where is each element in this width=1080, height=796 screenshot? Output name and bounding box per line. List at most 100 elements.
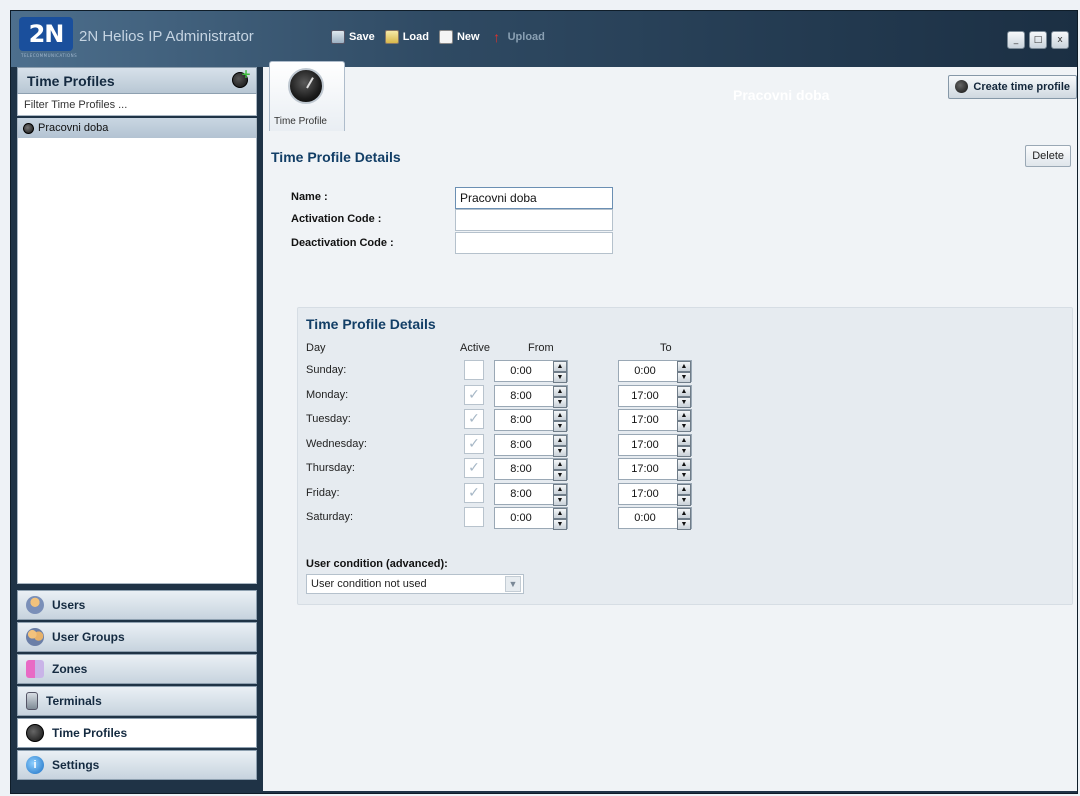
list-item-label: Pracovni doba [38, 122, 109, 134]
to-time-value: 0:00 [634, 512, 656, 524]
day-label-wednesday: Wednesday: [306, 438, 367, 450]
spin-down-icon[interactable]: ▼ [553, 519, 567, 530]
day-label-sunday: Sunday: [306, 364, 347, 376]
spin-up-icon[interactable]: ▲ [677, 386, 691, 397]
nav-item-users[interactable]: Users [17, 590, 257, 620]
to-time-value: 17:00 [631, 390, 659, 402]
spin-up-icon[interactable]: ▲ [553, 459, 567, 470]
from-time-wednesday[interactable]: 8:00 ▲ ▼ [494, 434, 568, 457]
spin-down-icon[interactable]: ▼ [677, 470, 691, 481]
to-time-value: 0:00 [634, 365, 656, 377]
to-time-monday[interactable]: 17:00 ▲ ▼ [618, 385, 692, 408]
spin-down-icon[interactable]: ▼ [553, 372, 567, 383]
time-spinner: ▲ ▼ [677, 508, 691, 530]
to-time-sunday[interactable]: 0:00 ▲ ▼ [618, 360, 692, 383]
spin-up-icon[interactable]: ▲ [677, 484, 691, 495]
list-item-pracovni-doba[interactable]: Pracovni doba [18, 118, 256, 138]
spin-up-icon[interactable]: ▲ [553, 508, 567, 519]
nav-label: Zones [52, 662, 88, 676]
active-checkbox-sunday[interactable] [464, 360, 484, 380]
sidebar-title: Time Profiles [27, 73, 115, 89]
day-label-monday: Monday: [306, 389, 349, 401]
sidebar-header: Time Profiles [17, 67, 257, 94]
spin-down-icon[interactable]: ▼ [553, 397, 567, 408]
spin-up-icon[interactable]: ▲ [553, 484, 567, 495]
create-time-profile-button[interactable]: Create time profile [948, 75, 1077, 99]
time-spinner: ▲ ▼ [553, 361, 567, 383]
from-time-friday[interactable]: 8:00 ▲ ▼ [494, 483, 568, 506]
active-checkbox-saturday[interactable] [464, 507, 484, 527]
spin-up-icon[interactable]: ▲ [553, 435, 567, 446]
filter-time-profiles-input[interactable] [17, 94, 257, 116]
name-input[interactable] [455, 187, 613, 209]
spin-down-icon[interactable]: ▼ [677, 421, 691, 432]
spin-up-icon[interactable]: ▲ [677, 508, 691, 519]
app-title: 2N Helios IP Administrator [79, 28, 254, 45]
spin-down-icon[interactable]: ▼ [677, 495, 691, 506]
nav-item-zones[interactable]: Zones [17, 654, 257, 684]
from-time-thursday[interactable]: 8:00 ▲ ▼ [494, 458, 568, 481]
delete-button[interactable]: Delete [1025, 145, 1071, 167]
to-time-wednesday[interactable]: 17:00 ▲ ▼ [618, 434, 692, 457]
activation-code-input[interactable] [455, 209, 613, 231]
time-spinner: ▲ ▼ [553, 410, 567, 432]
spin-down-icon[interactable]: ▼ [553, 446, 567, 457]
from-time-sunday[interactable]: 0:00 ▲ ▼ [494, 360, 568, 383]
active-column-header: Active [460, 342, 490, 354]
to-time-thursday[interactable]: 17:00 ▲ ▼ [618, 458, 692, 481]
nav-menu: Users User Groups Zones Terminals Time P… [17, 590, 257, 780]
active-checkbox-wednesday[interactable]: ✓ [464, 434, 484, 454]
spin-up-icon[interactable]: ▲ [553, 410, 567, 421]
nav-item-time-profiles[interactable]: Time Profiles [17, 718, 257, 748]
time-spinner: ▲ ▼ [677, 361, 691, 383]
to-time-tuesday[interactable]: 17:00 ▲ ▼ [618, 409, 692, 432]
from-time-monday[interactable]: 8:00 ▲ ▼ [494, 385, 568, 408]
spin-up-icon[interactable]: ▲ [553, 361, 567, 372]
spin-down-icon[interactable]: ▼ [677, 519, 691, 530]
day-label-tuesday: Tuesday: [306, 413, 351, 425]
spin-down-icon[interactable]: ▼ [553, 470, 567, 481]
nav-item-settings[interactable]: i Settings [17, 750, 257, 780]
user-groups-icon [26, 628, 44, 646]
time-spinner: ▲ ▼ [677, 410, 691, 432]
user-condition-select[interactable]: User condition not used ▼ [306, 574, 524, 594]
from-time-saturday[interactable]: 0:00 ▲ ▼ [494, 507, 568, 530]
to-time-value: 17:00 [631, 439, 659, 451]
logo-subtitle: TELECOMMUNICATIONS [21, 53, 78, 58]
active-checkbox-monday[interactable]: ✓ [464, 385, 484, 405]
spin-down-icon[interactable]: ▼ [553, 421, 567, 432]
spin-up-icon[interactable]: ▲ [677, 361, 691, 372]
from-time-tuesday[interactable]: 8:00 ▲ ▼ [494, 409, 568, 432]
time-spinner: ▲ ▼ [677, 484, 691, 506]
time-profile-list: Pracovni doba [17, 118, 257, 584]
spin-up-icon[interactable]: ▲ [677, 410, 691, 421]
main-header: Time Profile Pracovni doba Create time p… [263, 11, 1077, 131]
tab-time-profile[interactable]: Time Profile [269, 61, 345, 131]
from-column-header: From [528, 342, 554, 354]
zones-icon [26, 660, 44, 678]
spin-up-icon[interactable]: ▲ [553, 386, 567, 397]
user-condition-label: User condition (advanced): [306, 558, 448, 570]
check-mark-icon: ✓ [468, 460, 480, 476]
spin-down-icon[interactable]: ▼ [677, 446, 691, 457]
spin-up-icon[interactable]: ▲ [677, 459, 691, 470]
nav-item-user-groups[interactable]: User Groups [17, 622, 257, 652]
spin-down-icon[interactable]: ▼ [553, 495, 567, 506]
active-checkbox-thursday[interactable]: ✓ [464, 458, 484, 478]
add-time-profile-icon[interactable] [232, 67, 251, 88]
active-checkbox-tuesday[interactable]: ✓ [464, 409, 484, 429]
2n-logo: 2N [19, 17, 73, 51]
deactivation-code-input[interactable] [455, 232, 613, 254]
spin-down-icon[interactable]: ▼ [677, 397, 691, 408]
to-time-friday[interactable]: 17:00 ▲ ▼ [618, 483, 692, 506]
time-spinner: ▲ ▼ [553, 435, 567, 457]
spin-down-icon[interactable]: ▼ [677, 372, 691, 383]
chevron-down-icon: ▼ [505, 576, 521, 592]
check-mark-icon: ✓ [468, 411, 480, 427]
check-mark-icon: ✓ [468, 387, 480, 403]
active-checkbox-friday[interactable]: ✓ [464, 483, 484, 503]
to-time-saturday[interactable]: 0:00 ▲ ▼ [618, 507, 692, 530]
from-time-value: 0:00 [510, 365, 532, 377]
spin-up-icon[interactable]: ▲ [677, 435, 691, 446]
nav-item-terminals[interactable]: Terminals [17, 686, 257, 716]
